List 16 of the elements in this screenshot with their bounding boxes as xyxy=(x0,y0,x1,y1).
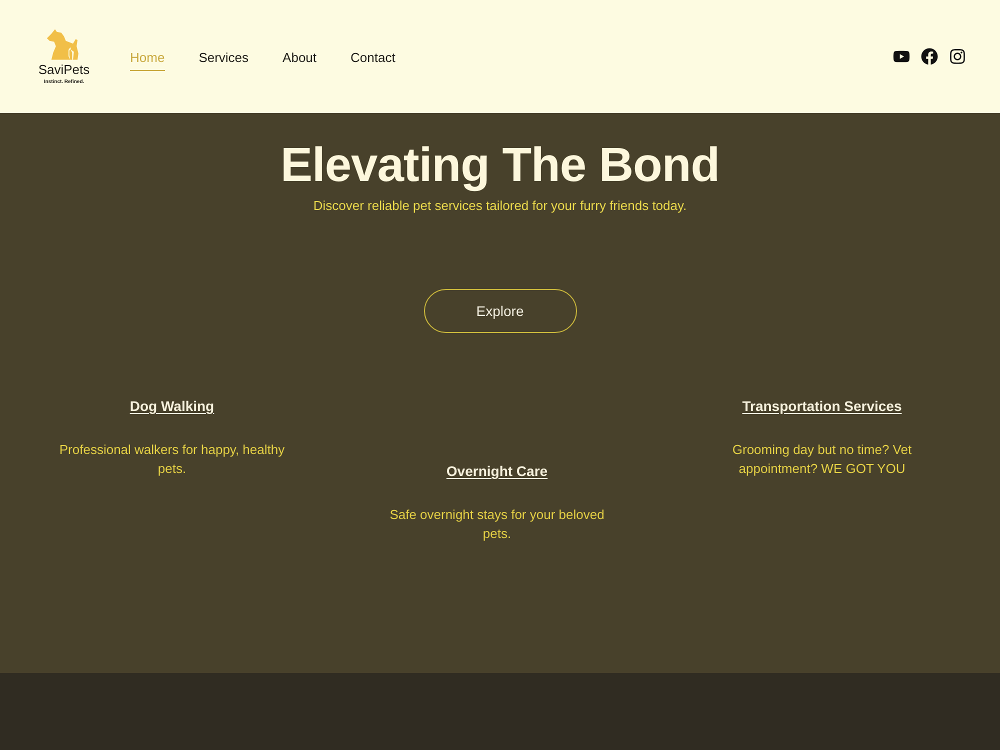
service-description: Professional walkers for happy, healthy pets. xyxy=(58,441,286,478)
service-description: Safe overnight stays for your beloved pets. xyxy=(388,506,606,543)
explore-button[interactable]: Explore xyxy=(424,289,576,333)
hero-subtitle: Discover reliable pet services tailored for your furry friends today. xyxy=(313,198,687,214)
brand-name: SaviPets xyxy=(38,62,90,77)
play-icon[interactable] xyxy=(893,48,910,65)
hero-title: Elevating The Bond xyxy=(280,139,720,193)
nav-link[interactable]: Contact xyxy=(350,50,396,70)
service-title[interactable]: Overnight Care xyxy=(446,462,548,480)
nav-link[interactable]: About xyxy=(282,50,317,70)
f-logo-icon[interactable] xyxy=(921,48,938,65)
nav-link[interactable]: Services xyxy=(198,50,249,70)
service-title[interactable]: Transportation Services xyxy=(742,397,902,415)
service-title[interactable]: Dog Walking xyxy=(130,397,214,415)
service-description: Grooming day but no time? Vet appointment? WE GOT YOU xyxy=(731,441,913,478)
camera-icon[interactable] xyxy=(949,48,966,65)
